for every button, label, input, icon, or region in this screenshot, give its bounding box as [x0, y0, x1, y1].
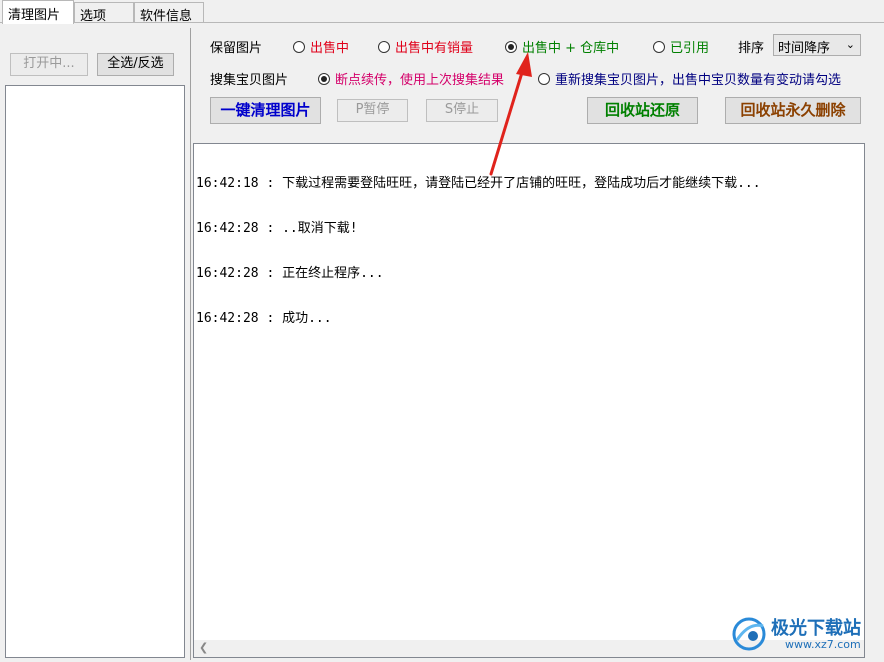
panel-divider	[190, 28, 191, 660]
recycle-restore-button[interactable]: 回收站还原	[587, 97, 698, 124]
log-line: 16:42:28 : 成功...	[196, 311, 332, 326]
chevron-down-icon: ⌄	[845, 38, 855, 51]
sort-select[interactable]: 时间降序 ⌄	[773, 34, 861, 56]
tab-options[interactable]: 选项	[74, 2, 134, 24]
tab-software-info[interactable]: 软件信息	[134, 2, 204, 24]
radio-recollect[interactable]: 重新搜集宝贝图片，出售中宝贝数量有变动请勾选	[538, 69, 841, 88]
radio-on-sale-and-warehouse-label: 出售中 + 仓库中	[522, 41, 620, 56]
keep-images-label: 保留图片	[210, 41, 263, 56]
aurora-logo-icon	[732, 617, 766, 651]
radio-referenced[interactable]: 已引用	[653, 37, 709, 56]
file-listbox[interactable]	[5, 85, 185, 658]
radio-on-sale-with-sales-label: 出售中有销量	[395, 41, 474, 56]
open-button[interactable]: 打开中...	[10, 53, 88, 76]
log-lines: 16:42:18 : 下载过程需要登陆旺旺，请登陆已经开了店铺的旺旺，登陆成功后…	[196, 146, 761, 356]
pause-button[interactable]: P暂停	[337, 99, 408, 122]
tab-divider	[0, 22, 884, 23]
radio-referenced-label: 已引用	[670, 41, 710, 56]
radio-on-sale-label: 出售中	[310, 41, 350, 56]
radio-dot	[538, 73, 550, 85]
log-line: 16:42:28 : 正在终止程序...	[196, 266, 384, 281]
radio-dot-selected	[318, 73, 330, 85]
radio-dot	[293, 41, 305, 53]
scroll-left-icon[interactable]: ❮	[199, 641, 208, 654]
sort-label: 排序	[738, 41, 765, 56]
watermark: 极光下载站 www.xz7.com	[731, 612, 876, 656]
log-line: 16:42:28 : ..取消下载!	[196, 221, 358, 236]
log-line: 16:42:18 : 下载过程需要登陆旺旺，请登陆已经开了店铺的旺旺，登陆成功后…	[196, 176, 761, 191]
radio-dot	[653, 41, 665, 53]
radio-dot-selected	[505, 41, 517, 53]
sort-select-value: 时间降序	[778, 41, 831, 56]
radio-dot	[378, 41, 390, 53]
tab-clean-images[interactable]: 清理图片	[2, 0, 74, 24]
watermark-title: 极光下载站	[771, 618, 861, 639]
watermark-url: www.xz7.com	[785, 638, 861, 651]
select-all-button[interactable]: 全选/反选	[97, 53, 174, 76]
radio-on-sale-with-sales[interactable]: 出售中有销量	[378, 37, 473, 56]
radio-recollect-label: 重新搜集宝贝图片，出售中宝贝数量有变动请勾选	[555, 73, 842, 88]
radio-resume[interactable]: 断点续传，使用上次搜集结果	[318, 69, 504, 88]
radio-on-sale-and-warehouse[interactable]: 出售中 + 仓库中	[505, 37, 619, 56]
radio-resume-label: 断点续传，使用上次搜集结果	[335, 73, 505, 88]
recycle-delete-button[interactable]: 回收站永久删除	[725, 97, 861, 124]
clean-images-button[interactable]: 一键清理图片	[210, 97, 321, 124]
radio-on-sale[interactable]: 出售中	[293, 37, 349, 56]
stop-button[interactable]: S停止	[426, 99, 498, 122]
collect-images-label: 搜集宝贝图片	[210, 73, 289, 88]
log-output[interactable]: 16:42:18 : 下载过程需要登陆旺旺，请登陆已经开了店铺的旺旺，登陆成功后…	[193, 143, 865, 658]
tab-bar: 清理图片 选项 软件信息	[0, 0, 884, 24]
